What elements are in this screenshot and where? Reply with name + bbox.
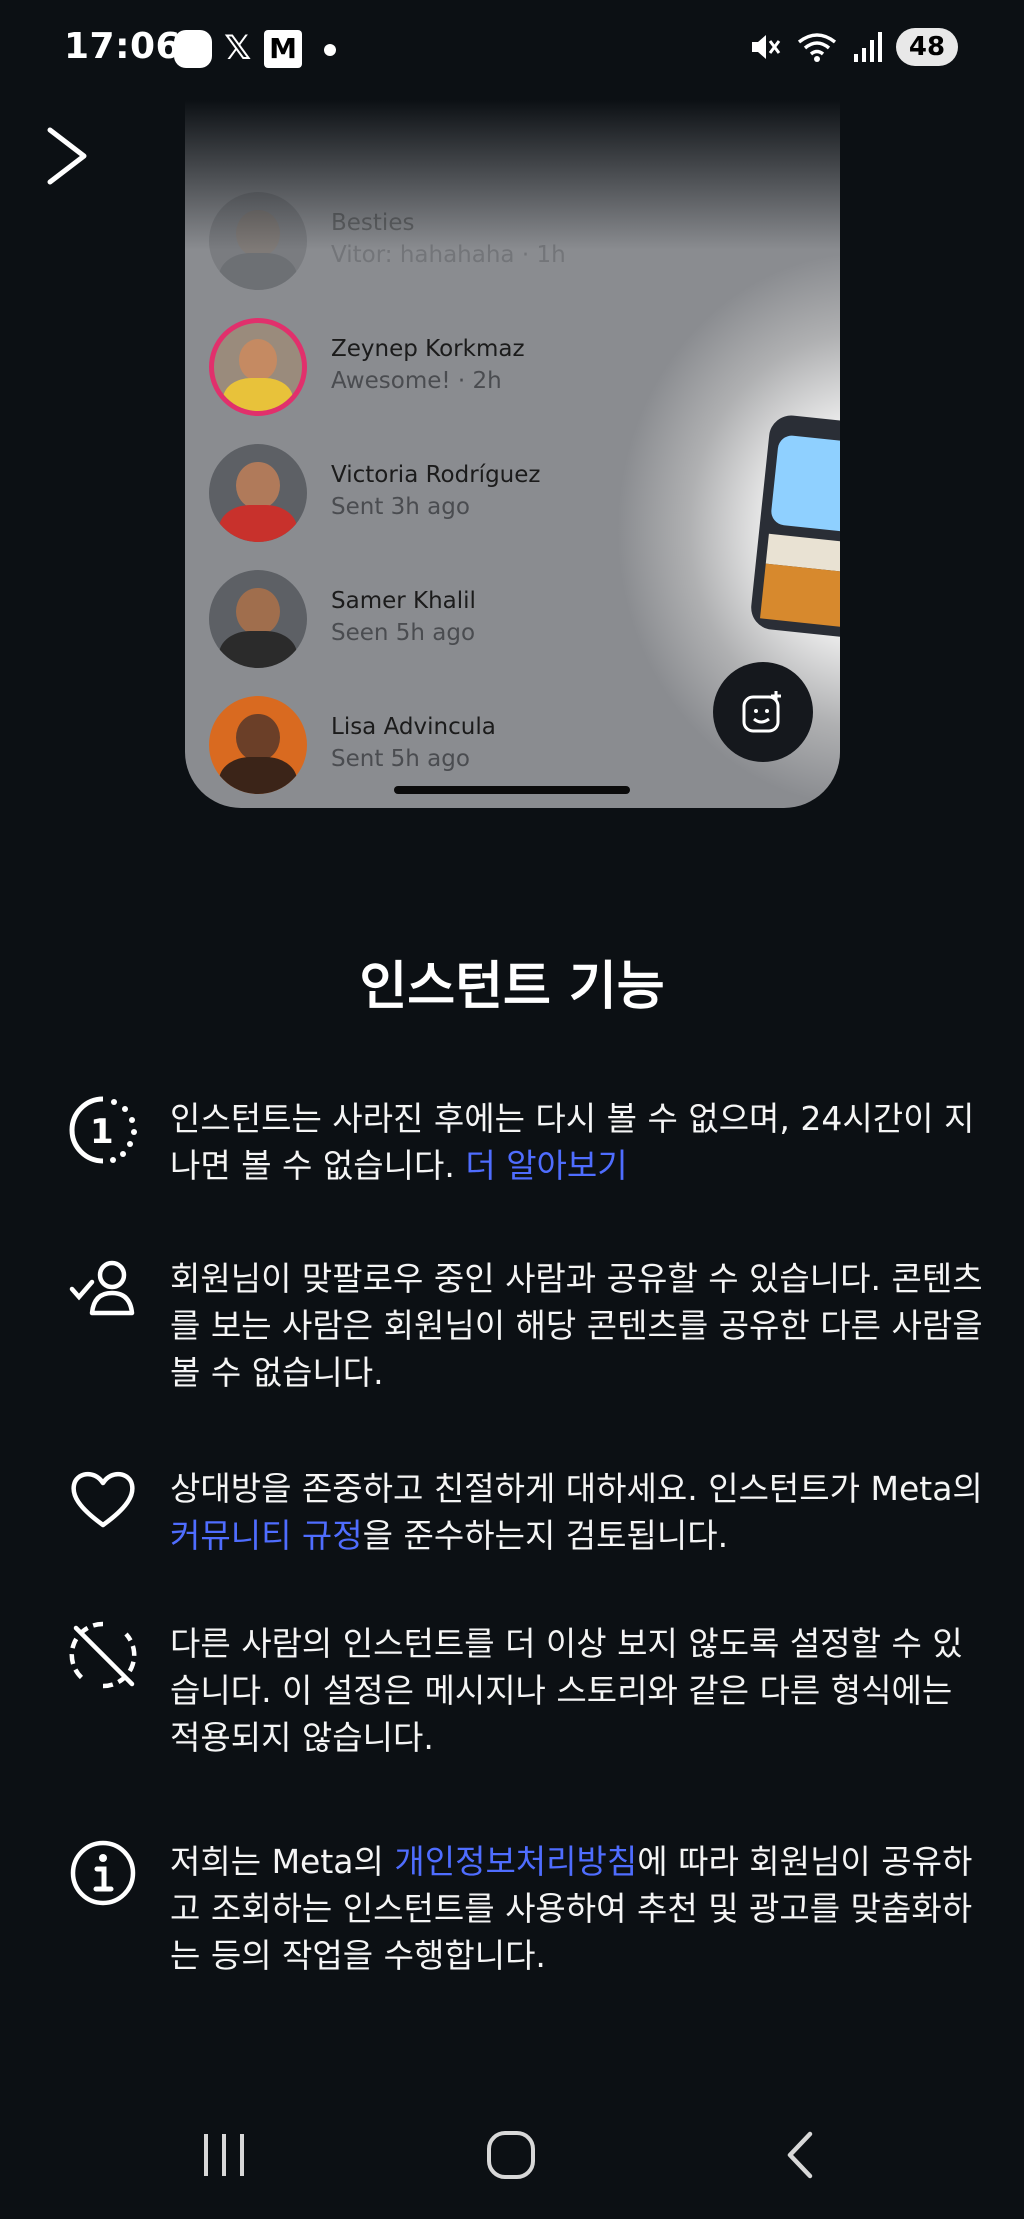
thread-subtitle: Awesome! · 2h xyxy=(331,368,502,394)
thread-name: Besties xyxy=(331,210,415,236)
thread-name: Lisa Advincula xyxy=(331,714,496,740)
page-title: 인스턴트 기능 xyxy=(359,957,665,1017)
privacy-policy-link[interactable]: 개인정보처리방침 xyxy=(394,1842,637,1881)
avatar xyxy=(209,444,307,542)
preview-home-indicator xyxy=(394,786,630,794)
thread-name: Samer Khalil xyxy=(331,588,476,614)
status-time: 17:06 xyxy=(64,26,182,67)
feature-text: 인스턴트는 사라진 후에는 다시 볼 수 없으며, 24시간이 지나면 볼 수 … xyxy=(170,1099,975,1185)
status-right-group: 48 xyxy=(748,28,958,66)
notification-dot xyxy=(324,44,336,56)
app-icon xyxy=(174,30,212,68)
avatar xyxy=(209,696,307,794)
avatar-story-ring xyxy=(209,318,307,416)
system-nav-bar xyxy=(0,2090,1024,2219)
feature-text: 회원님이 맞팔로우 중인 사람과 공유할 수 있습니다. 콘텐츠를 보는 사람은… xyxy=(170,1259,983,1392)
svg-text:1: 1 xyxy=(90,1112,114,1152)
home-icon[interactable] xyxy=(486,2130,536,2180)
wifi-icon xyxy=(797,33,837,62)
battery-indicator: 48 xyxy=(896,28,958,66)
thread-name: Victoria Rodríguez xyxy=(331,462,541,488)
instants-info-screen: 17:06 𝕏 M 48 Besties Vitor: hahahaha · 1… xyxy=(0,0,1024,2219)
community-guidelines-link[interactable]: 커뮤니티 규정 xyxy=(170,1516,363,1555)
avatar xyxy=(209,192,307,290)
mutual-follow-icon xyxy=(69,1260,135,1316)
feature-text: 저희는 Meta의 개인정보처리방침에 따라 회원님이 공유하고 조회하는 인스… xyxy=(170,1842,973,1975)
status-bar: 17:06 𝕏 M 48 xyxy=(0,0,1024,100)
avatar xyxy=(209,570,307,668)
thread-row: Zeynep Korkmaz Awesome! · 2h xyxy=(209,312,749,424)
recent-apps-icon[interactable] xyxy=(200,2130,248,2180)
thread-subtitle: Seen 5h ago xyxy=(331,620,476,646)
thread-subtitle: Sent 3h ago xyxy=(331,494,470,520)
camera-fab xyxy=(713,662,813,762)
back-icon[interactable] xyxy=(780,2130,820,2180)
x-icon: 𝕏 xyxy=(224,28,252,68)
instant-camera-icon xyxy=(742,691,781,733)
hide-instants-icon xyxy=(69,1621,137,1689)
thread-row: Besties Vitor: hahahaha · 1h xyxy=(209,186,749,298)
timer-one-icon: 1 xyxy=(69,1096,137,1164)
thread-name: Zeynep Korkmaz xyxy=(331,336,525,362)
signal-icon xyxy=(854,32,882,62)
thread-subtitle: Sent 5h ago xyxy=(331,746,470,772)
learn-more-link[interactable]: 더 알아보기 xyxy=(465,1146,627,1185)
thread-row: Samer Khalil Seen 5h ago xyxy=(209,564,749,676)
chat-list-preview: Besties Vitor: hahahaha · 1h Zeynep Kork… xyxy=(185,100,840,808)
feature-text: 다른 사람의 인스턴트를 더 이상 보지 않도록 설정할 수 있습니다. 이 설… xyxy=(170,1624,963,1757)
heart-icon xyxy=(71,1472,135,1528)
medium-icon: M xyxy=(264,30,302,68)
feature-text: 상대방을 존중하고 친절하게 대하세요. 인스턴트가 Meta의 커뮤니티 규정… xyxy=(170,1469,983,1555)
thread-row: Victoria Rodríguez Sent 3h ago xyxy=(209,438,749,550)
close-icon[interactable] xyxy=(44,124,96,188)
info-icon xyxy=(70,1840,136,1906)
mute-icon xyxy=(752,35,781,59)
thread-subtitle: Vitor: hahahaha · 1h xyxy=(331,242,566,268)
